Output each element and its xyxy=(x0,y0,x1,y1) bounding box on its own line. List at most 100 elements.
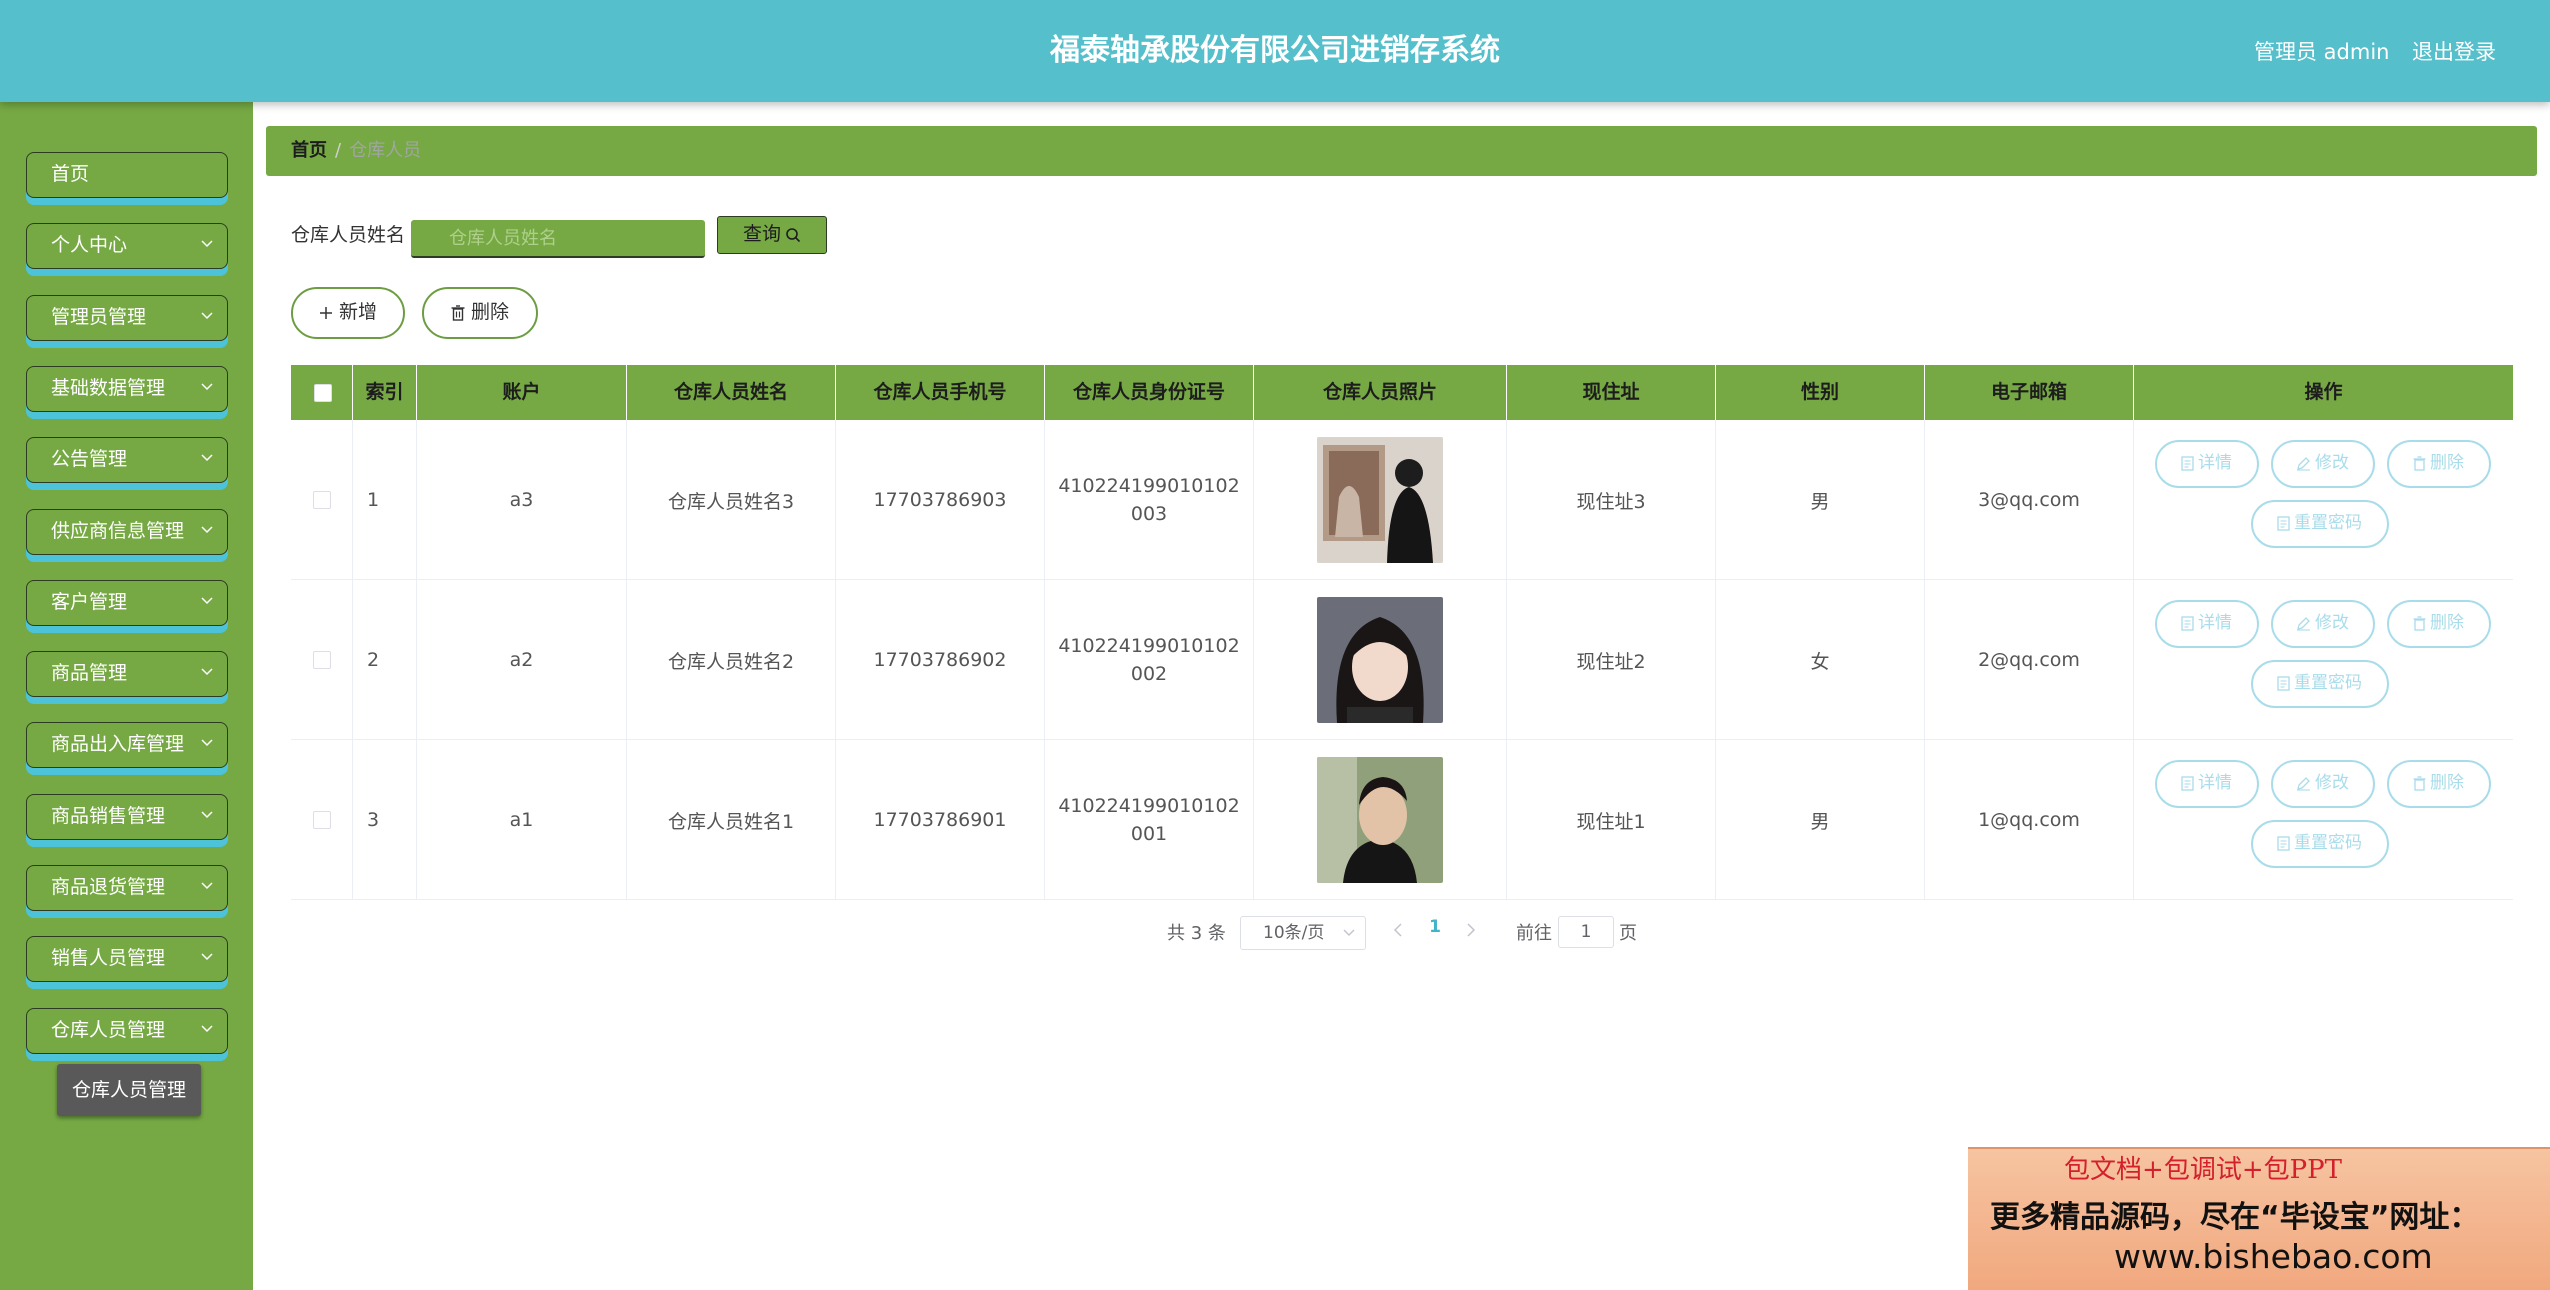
sidebar-item-label: 客户管理 xyxy=(51,590,128,613)
chevron-down-icon xyxy=(201,581,215,624)
pagination-total: 共 3 条 xyxy=(1167,923,1226,944)
breadcrumb: 首页 / 仓库人员 xyxy=(266,126,2537,176)
cell-account: a1 xyxy=(417,740,627,900)
sidebar-item[interactable]: 公告管理 xyxy=(26,437,228,484)
sidebar-item-label: 首页 xyxy=(51,163,90,185)
page-number-current[interactable]: 1 xyxy=(1426,917,1444,937)
cell-phone: 17703786903 xyxy=(836,420,1045,580)
sidebar-item[interactable]: 管理员管理 xyxy=(26,294,228,341)
row-checkbox[interactable] xyxy=(312,811,331,829)
edit-button[interactable]: 修改 xyxy=(2270,600,2375,648)
delete-button-label: 删除 xyxy=(2430,773,2464,793)
cell-email: 2@qq.com xyxy=(1925,580,2134,740)
sidebar-item[interactable]: 仓库人员管理 xyxy=(26,1007,228,1054)
sidebar-item[interactable]: 商品销售管理 xyxy=(26,793,228,840)
row-checkbox[interactable] xyxy=(312,651,331,669)
search-button[interactable]: 查询 xyxy=(717,216,827,254)
reset-password-label: 重置密码 xyxy=(2294,673,2362,693)
search-button-label: 查询 xyxy=(742,223,781,245)
delete-button-label: 删除 xyxy=(2430,613,2464,633)
pagination-goto-label: 前往 xyxy=(1516,923,1552,944)
breadcrumb-home[interactable]: 首页 xyxy=(291,140,327,161)
page-size-select[interactable]: 10条/页 xyxy=(1240,916,1366,950)
trash-icon xyxy=(2413,615,2426,631)
sidebar-item-label: 商品销售管理 xyxy=(51,804,166,827)
document-icon xyxy=(2277,675,2290,691)
add-button[interactable]: 新增 xyxy=(291,287,405,339)
detail-button[interactable]: 详情 xyxy=(2154,440,2259,488)
promo-line-1: 包文档+包调试+包PPT xyxy=(2064,1155,2342,1185)
photo-man-portrait[interactable] xyxy=(1317,757,1443,883)
chevron-right-icon xyxy=(1467,923,1476,937)
column-header: 仓库人员照片 xyxy=(1254,365,1507,420)
detail-button-label: 详情 xyxy=(2198,773,2232,793)
sidebar-item-label: 商品管理 xyxy=(51,662,128,685)
search-input[interactable] xyxy=(411,220,705,258)
logout-link[interactable]: 退出登录 xyxy=(2412,36,2496,66)
sidebar-item[interactable]: 供应商信息管理 xyxy=(26,508,228,555)
sidebar-item[interactable]: 首页 xyxy=(26,152,228,198)
reset-password-label: 重置密码 xyxy=(2294,833,2362,853)
edit-button[interactable]: 修改 xyxy=(2270,440,2375,488)
column-header: 索引 xyxy=(353,365,417,420)
current-user-label: 管理员 admin xyxy=(2254,40,2390,64)
chevron-down-icon xyxy=(201,438,215,481)
chevron-down-icon xyxy=(201,224,215,267)
edit-button[interactable]: 修改 xyxy=(2270,760,2375,808)
delete-button[interactable]: 删除 xyxy=(2386,440,2491,488)
sidebar-item-label: 仓库人员管理 xyxy=(51,1018,166,1041)
sidebar-subitem-warehouse-staff[interactable]: 仓库人员管理 xyxy=(57,1064,201,1116)
prev-page-button[interactable] xyxy=(1393,922,1403,941)
column-header: 现住址 xyxy=(1507,365,1716,420)
chevron-left-icon xyxy=(1393,923,1402,937)
photo-woman-portrait[interactable] xyxy=(1317,597,1443,723)
reset-password-button[interactable]: 重置密码 xyxy=(2250,820,2389,868)
column-header: 仓库人员姓名 xyxy=(627,365,836,420)
document-icon xyxy=(2277,515,2290,531)
reset-password-button[interactable]: 重置密码 xyxy=(2250,660,2389,708)
promo-line-3: www.bishebao.com xyxy=(2114,1237,2433,1276)
search-label: 仓库人员姓名 xyxy=(291,224,406,246)
photo-person-back[interactable] xyxy=(1317,437,1443,563)
sidebar-item[interactable]: 客户管理 xyxy=(26,579,228,626)
select-all-checkbox[interactable] xyxy=(314,384,332,402)
breadcrumb-separator: / xyxy=(335,140,342,161)
cell-name: 仓库人员姓名1 xyxy=(627,740,836,900)
cell-index: 3 xyxy=(353,740,417,900)
breadcrumb-current: 仓库人员 xyxy=(349,140,422,161)
sidebar-item-label: 基础数据管理 xyxy=(51,376,166,399)
table-row: 2 a2 仓库人员姓名2 17703786902 410224199010102002 现… xyxy=(291,580,2513,740)
cell-email: 1@qq.com xyxy=(1925,740,2134,900)
cell-index: 2 xyxy=(353,580,417,740)
cell-gender: 男 xyxy=(1716,740,1925,900)
chevron-down-icon xyxy=(201,296,215,339)
sidebar-item[interactable]: 销售人员管理 xyxy=(26,936,228,983)
row-checkbox[interactable] xyxy=(312,491,331,509)
sidebar-item[interactable]: 商品出入库管理 xyxy=(26,722,228,769)
row-checkbox-cell xyxy=(291,420,353,580)
promo-line-2: 更多精品源码，尽在“毕设宝”网址： xyxy=(1990,1200,2480,1235)
sidebar-item[interactable]: 商品退货管理 xyxy=(26,865,228,911)
detail-button[interactable]: 详情 xyxy=(2154,600,2259,648)
sidebar-item-label: 商品出入库管理 xyxy=(51,733,185,756)
cell-photo xyxy=(1254,740,1507,900)
delete-button[interactable]: 删除 xyxy=(2386,600,2491,648)
add-button-label: 新增 xyxy=(338,301,377,323)
trash-icon xyxy=(451,304,465,321)
goto-page-input[interactable] xyxy=(1558,916,1614,948)
sidebar-item[interactable]: 商品管理 xyxy=(26,651,228,698)
next-page-button[interactable] xyxy=(1466,922,1476,941)
detail-button[interactable]: 详情 xyxy=(2154,760,2259,808)
delete-button[interactable]: 删除 xyxy=(2386,760,2491,808)
sidebar-item[interactable]: 个人中心 xyxy=(26,223,228,270)
document-icon xyxy=(2181,455,2194,471)
edit-button-label: 修改 xyxy=(2315,613,2349,633)
app-title: 福泰轴承股份有限公司进销存系统 xyxy=(1050,33,1500,68)
chevron-down-icon xyxy=(201,937,215,980)
bulk-delete-button[interactable]: 删除 xyxy=(422,287,538,339)
row-action-group: 详情 修改 删除重置密码 xyxy=(2154,600,2494,720)
sidebar-item[interactable]: 基础数据管理 xyxy=(26,365,228,412)
reset-password-button[interactable]: 重置密码 xyxy=(2250,500,2389,548)
column-header: 性别 xyxy=(1716,365,1925,420)
cell-index: 1 xyxy=(353,420,417,580)
